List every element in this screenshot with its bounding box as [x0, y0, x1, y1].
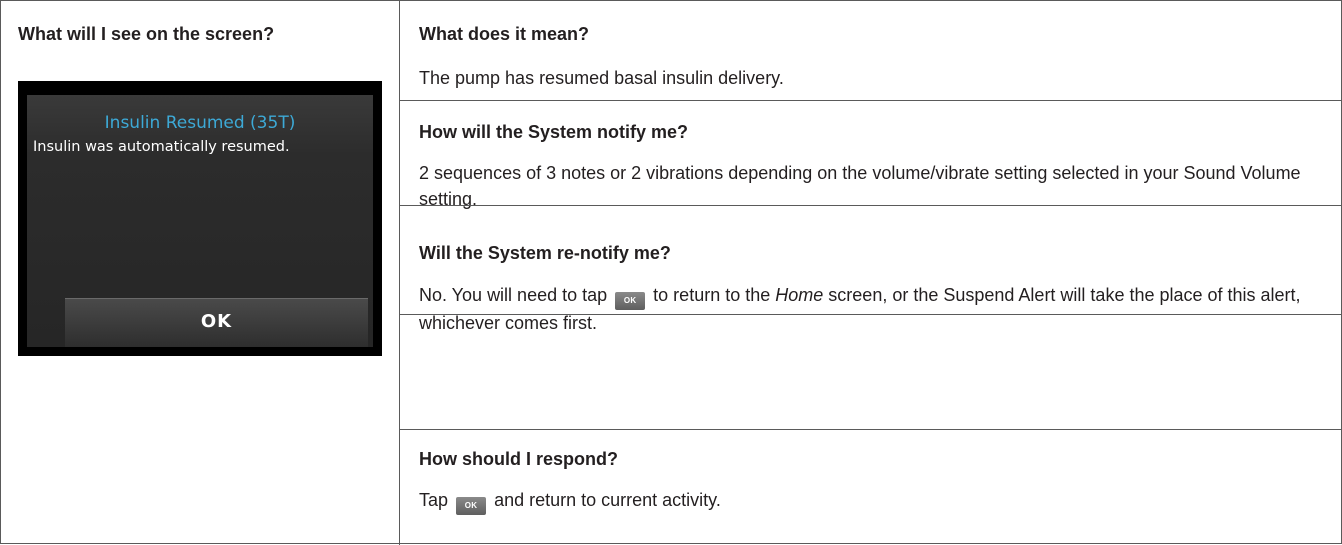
- ok-button-icon: OK: [456, 497, 487, 515]
- ok-button-icon: OK: [615, 292, 646, 310]
- respond-text-start: Tap: [419, 490, 449, 510]
- home-screen-label: Home: [775, 285, 824, 305]
- renotify-heading: Will the System re-notify me?: [419, 243, 671, 263]
- meaning-text: The pump has resumed basal insulin deliv…: [419, 68, 784, 88]
- renotify-text-mid: to return to the: [653, 285, 771, 305]
- renotify-text-start: No. You will need to tap: [419, 285, 608, 305]
- renotify-text: No. You will need to tap OK to return to…: [419, 282, 1324, 336]
- pump-screen-image: Insulin Resumed (35T) Insulin was automa…: [18, 81, 382, 356]
- meaning-heading: What does it mean?: [419, 24, 590, 44]
- meaning-row: What does it mean? The pump has resumed …: [400, 1, 1342, 100]
- pump-screen: Insulin Resumed (35T) Insulin was automa…: [27, 95, 373, 347]
- alert-title: Insulin Resumed (35T): [104, 113, 296, 133]
- screen-column: What will I see on the screen? Insulin R…: [1, 1, 400, 545]
- alert-message: Insulin was automatically resumed.: [33, 139, 290, 155]
- info-column: What does it mean? The pump has resumed …: [400, 1, 1342, 545]
- alert-info-table: What will I see on the screen? Insulin R…: [0, 0, 1342, 545]
- respond-text-end: and return to current activity.: [494, 490, 721, 510]
- screen-column-heading: What will I see on the screen?: [18, 24, 275, 44]
- respond-text: Tap OK and return to current activity.: [419, 487, 1324, 515]
- respond-heading: How should I respond?: [419, 449, 618, 469]
- ok-button[interactable]: OK: [65, 298, 368, 347]
- notify-heading: How will the System notify me?: [419, 122, 689, 142]
- respond-row: How should I respond? Tap OK and return …: [400, 429, 1342, 545]
- notify-row: How will the System notify me? 2 sequenc…: [400, 100, 1342, 209]
- renotify-row-content: Will the System re-notify me? No. You wi…: [400, 205, 1342, 333]
